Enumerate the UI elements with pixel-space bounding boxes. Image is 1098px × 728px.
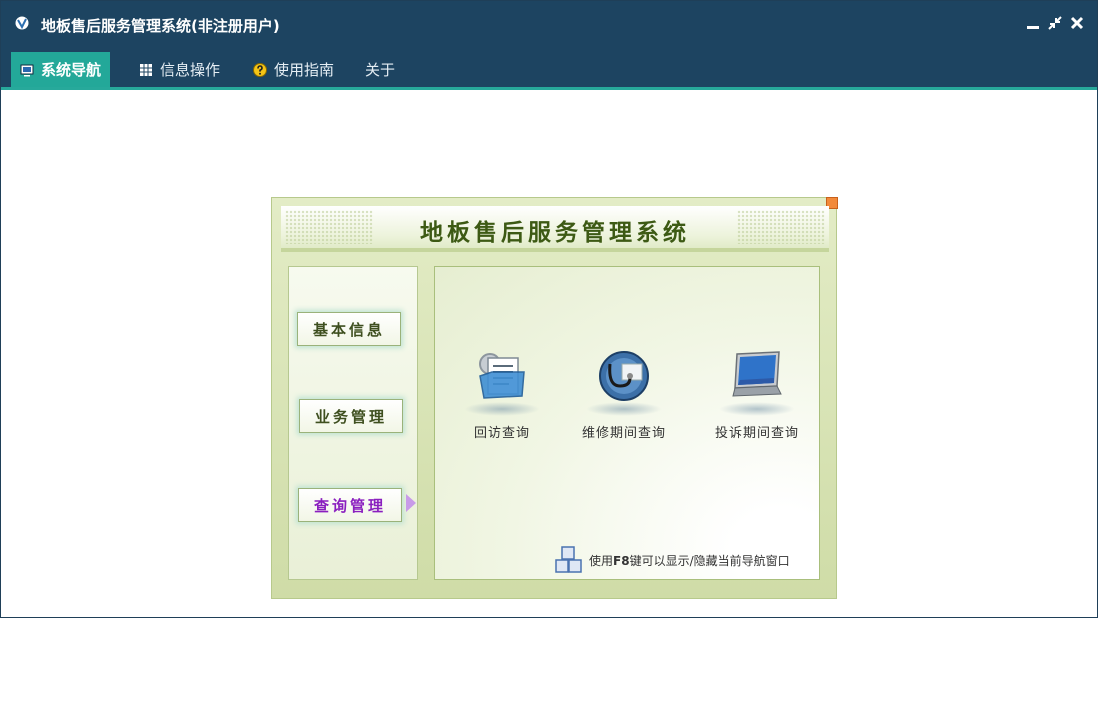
- app-logo-icon: [15, 16, 29, 30]
- menu-label: 关于: [365, 61, 396, 79]
- category-query-mgmt[interactable]: 查询管理: [298, 488, 402, 522]
- menu-label: 信息操作: [160, 61, 221, 79]
- minimize-icon[interactable]: [1025, 15, 1041, 31]
- grid-icon: [140, 63, 152, 76]
- menu-system-nav[interactable]: 系统导航: [11, 52, 111, 87]
- menu-label: 使用指南: [274, 61, 335, 79]
- monitor-icon: [20, 64, 34, 76]
- func-label: 维修期间查询: [581, 426, 666, 441]
- menu-about[interactable]: 关于: [356, 52, 404, 87]
- menu-bar: 系统导航 信息操作 使用指南 关于: [1, 45, 1097, 90]
- func-label: 投诉期间查询: [714, 426, 799, 441]
- blocks-icon: [555, 546, 582, 573]
- help-icon: [253, 62, 267, 77]
- hint-text: 使用F8键可以显示/隐藏当前导航窗口: [589, 553, 790, 568]
- func-label: 回访查询: [473, 426, 530, 441]
- menu-label: 系统导航: [41, 61, 102, 79]
- nav-title: 地板售后服务管理系统: [420, 220, 690, 246]
- window-title: 地板售后服务管理系统(非注册用户): [41, 17, 280, 35]
- laptop-icon: [732, 351, 782, 397]
- func-complaint-query[interactable]: 投诉期间查询: [692, 350, 822, 450]
- title-bar[interactable]: 地板售后服务管理系统(非注册用户): [1, 1, 1097, 45]
- menu-info-ops[interactable]: 信息操作: [130, 52, 229, 87]
- selected-arrow-icon: [406, 494, 416, 512]
- folder-document-icon: [479, 353, 525, 399]
- func-repair-query[interactable]: 维修期间查询: [559, 350, 689, 450]
- category-business-mgmt[interactable]: 业务管理: [299, 399, 403, 433]
- stethoscope-icon: [599, 351, 649, 401]
- func-followup-query[interactable]: 回访查询: [437, 350, 567, 450]
- category-basic-info[interactable]: 基本信息: [297, 312, 401, 346]
- header-divider: [281, 248, 829, 252]
- close-icon[interactable]: [1069, 15, 1085, 31]
- icon-shadow: [719, 402, 795, 416]
- restore-icon[interactable]: [1047, 15, 1063, 31]
- f8-hint: 使用F8键可以显示/隐藏当前导航窗口: [553, 544, 790, 576]
- menu-user-guide[interactable]: 使用指南: [244, 52, 343, 87]
- nav-header: 地板售后服务管理系统: [281, 206, 829, 248]
